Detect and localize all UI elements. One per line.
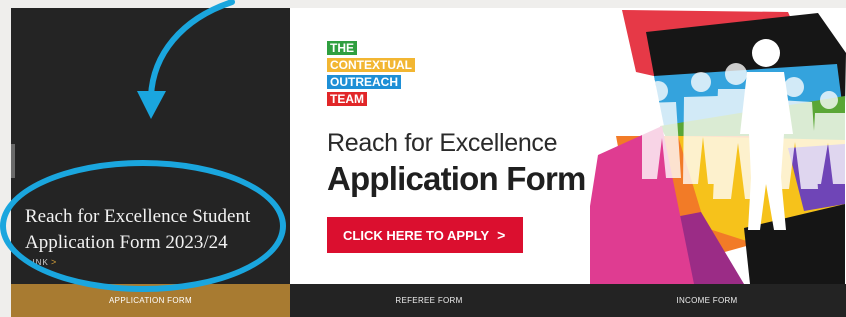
student-application-title[interactable]: Reach for Excellence Student Application… (25, 204, 290, 256)
link-label[interactable]: LINK (27, 258, 49, 267)
apply-button-label: CLICK HERE TO APPLY (343, 228, 490, 243)
team-logo-line-contextual: CONTEXTUAL (327, 58, 415, 72)
chevron-right-icon: > (51, 257, 57, 267)
application-form-heading: Application Form (327, 160, 586, 197)
reach-for-excellence-banner[interactable]: THE CONTEXTUAL OUTREACH TEAM Reach for E… (290, 8, 846, 284)
student-collage-image (590, 8, 846, 284)
form-tabs: APPLICATION FORM REFEREE FORM INCOME FOR… (11, 284, 846, 317)
left-tab-marker (11, 144, 15, 178)
team-logo-line-outreach: OUTREACH (327, 75, 401, 89)
team-logo-line-the: THE (327, 41, 357, 55)
main-frame: Reach for Excellence Student Application… (11, 8, 846, 317)
tab-application-form[interactable]: APPLICATION FORM (11, 284, 290, 317)
tab-referee-form[interactable]: REFEREE FORM (290, 284, 568, 317)
tab-income-form[interactable]: INCOME FORM (568, 284, 846, 317)
left-link-panel[interactable]: Reach for Excellence Student Application… (11, 8, 290, 284)
click-here-to-apply-button[interactable]: CLICK HERE TO APPLY > (327, 217, 523, 253)
reach-for-excellence-heading: Reach for Excellence (327, 129, 558, 157)
team-logo-line-team: TEAM (327, 92, 367, 106)
chevron-right-icon: > (497, 227, 506, 243)
